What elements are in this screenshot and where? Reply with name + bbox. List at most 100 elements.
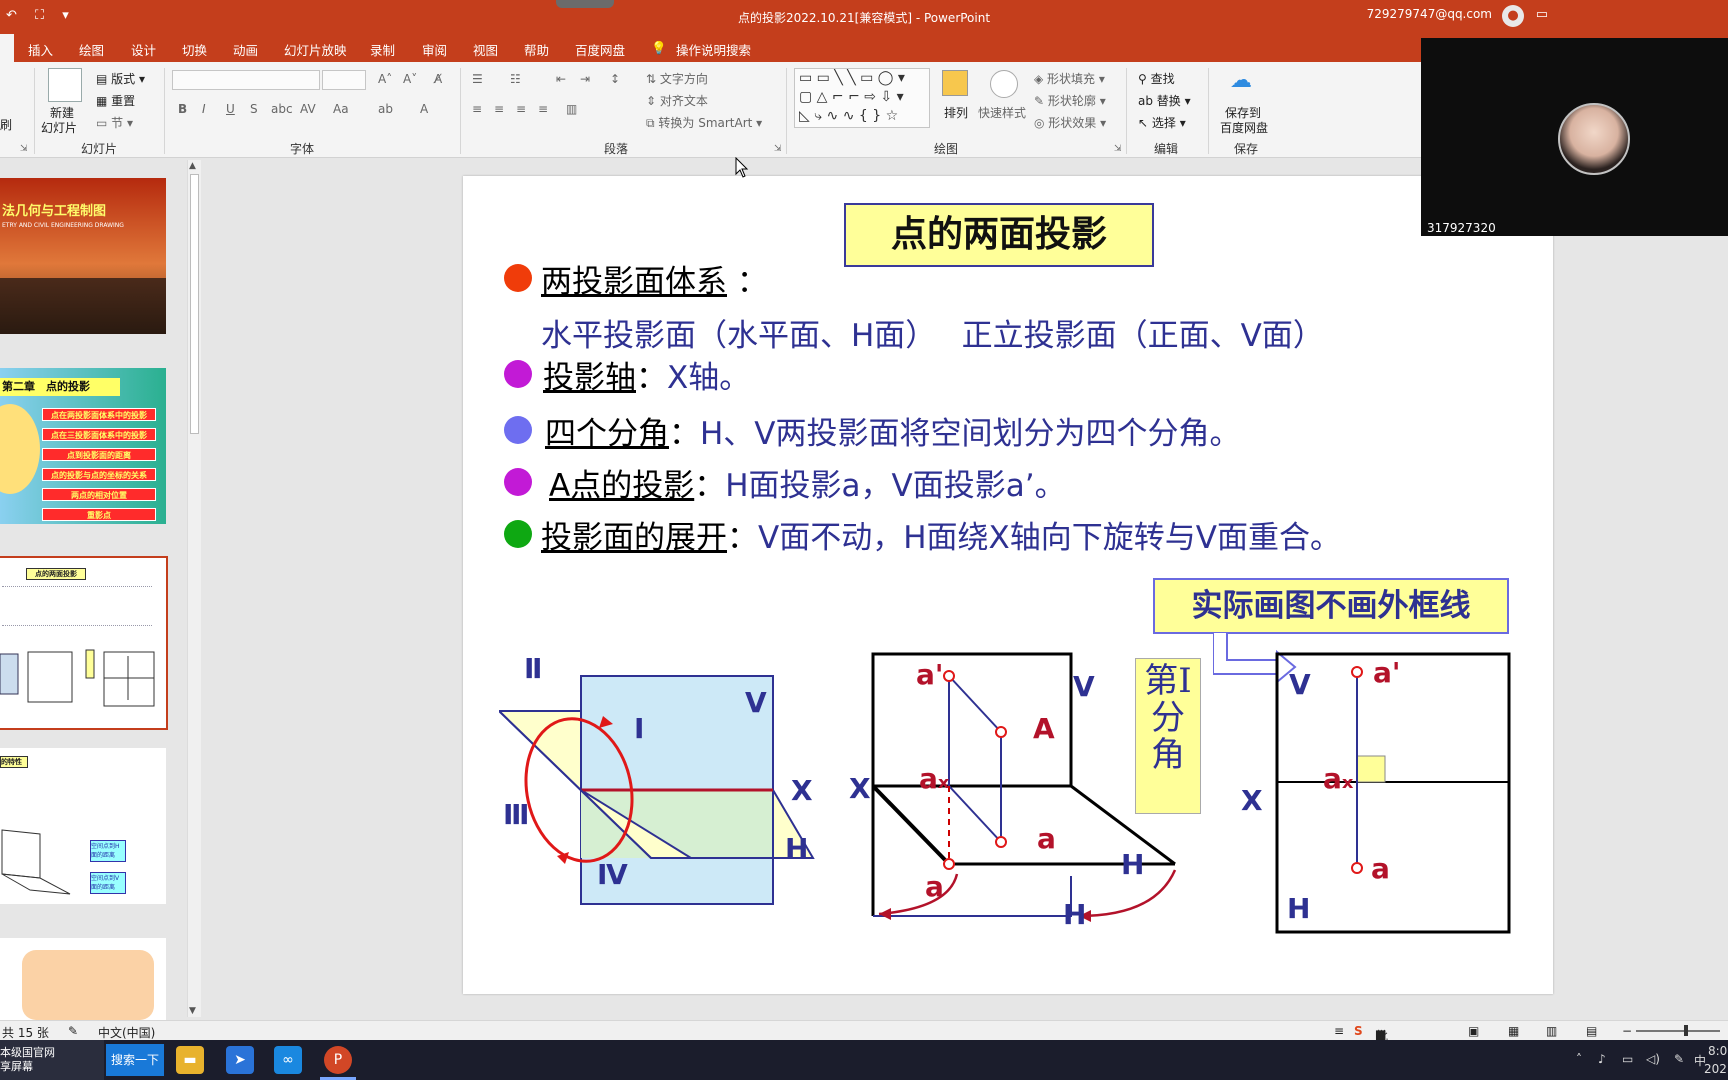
tab-record[interactable]: 录制 [370, 40, 395, 59]
window-grip[interactable] [556, 0, 614, 8]
clock-time[interactable]: 8:0 [1708, 1044, 1727, 1058]
slide-thumbnail-2[interactable]: 第二章 点的投影 点在两投影面体系中的投影 点在三投影面体系中的投影 点到投影面的距… [0, 368, 166, 524]
section-button[interactable]: ▭ 节 ▾ [96, 114, 133, 131]
scroll-up-icon[interactable]: ▲ [189, 161, 196, 171]
powerpoint-taskbar-icon[interactable]: P [324, 1046, 352, 1074]
find-button[interactable]: ⚲ 查找 [1138, 70, 1175, 87]
columns-icon[interactable]: ▥ [566, 102, 577, 116]
tab-transitions[interactable]: 切换 [182, 40, 207, 59]
align-right-icon[interactable]: ≡ [516, 102, 526, 116]
slide-thumbnail-3-selected[interactable]: 点的两面投影 [0, 556, 168, 730]
notes-icon[interactable]: ≡ [1334, 1024, 1344, 1038]
grow-font-icon[interactable]: A˄ [378, 72, 392, 86]
microphone-icon[interactable]: ♪ [1598, 1052, 1606, 1066]
tab-slideshow[interactable]: 幻灯片放映 [284, 40, 347, 59]
search-button[interactable]: 搜索一下 [106, 1044, 164, 1076]
font-name-combo[interactable] [172, 70, 320, 90]
slide-sorter-icon[interactable]: ▦ [1508, 1024, 1519, 1038]
pen-tray-icon[interactable]: ✎ [1674, 1052, 1684, 1066]
tell-me-search[interactable]: 操作说明搜索 [676, 40, 751, 59]
file-explorer-icon[interactable]: ▬ [176, 1046, 204, 1074]
tab-design[interactable]: 设计 [131, 40, 156, 59]
slide-thumbnail-5[interactable] [0, 938, 166, 1020]
drawing-dialog-launcher-icon[interactable]: ⇲ [1114, 144, 1122, 154]
paragraph-dialog-launcher-icon[interactable]: ⇲ [774, 144, 782, 154]
change-case-icon[interactable]: Aa [333, 102, 349, 116]
layout-button[interactable]: ▤ 版式 ▾ [96, 70, 145, 87]
reset-button[interactable]: ▦ 重置 [96, 92, 135, 109]
font-color-icon[interactable]: A [420, 102, 428, 116]
network-icon[interactable]: ▭ [1622, 1052, 1633, 1066]
shape-effects-button[interactable]: ◎ 形状效果 ▾ [1034, 114, 1106, 131]
tab-home-partial[interactable] [0, 34, 14, 62]
tab-animations[interactable]: 动画 [233, 40, 258, 59]
tab-review[interactable]: 审阅 [422, 40, 447, 59]
slide-thumbnail-1[interactable]: 法几何与工程制图 ETRY AND CIVIL ENGINEERING DRAW… [0, 178, 166, 334]
video-call-overlay[interactable]: 317927320 [1421, 38, 1728, 236]
baidu-cloud-icon[interactable]: ☁ [1230, 68, 1252, 93]
select-button[interactable]: ↖ 选择 ▾ [1138, 114, 1186, 131]
thumbnail-scrollbar[interactable]: ▲ ▼ [187, 160, 201, 1017]
bold-icon[interactable]: B [178, 102, 187, 116]
tab-insert[interactable]: 插入 [28, 40, 53, 59]
dialog-launcher-icon[interactable]: ⇲ [20, 144, 28, 154]
scroll-down-icon[interactable]: ▼ [189, 1006, 196, 1016]
font-size-combo[interactable] [322, 70, 366, 90]
tab-baidu-netdisk[interactable]: 百度网盘 [575, 40, 625, 59]
zoom-slider[interactable] [1636, 1030, 1720, 1032]
new-slide-button-line2[interactable]: 幻灯片 [41, 119, 77, 136]
spellcheck-icon[interactable]: ✎ [68, 1024, 78, 1038]
ribbon-display-icon[interactable]: ▭ [1536, 7, 1548, 22]
language-indicator[interactable]: 中文(中国) [98, 1024, 155, 1041]
italic-icon[interactable]: I [202, 102, 206, 116]
tencent-meeting-icon[interactable]: ∞ [274, 1046, 302, 1074]
feishu-app-icon[interactable]: ➤ [226, 1046, 254, 1074]
replace-button[interactable]: ab 替换 ▾ [1138, 92, 1191, 109]
slide-thumbnail-4[interactable]: 的特性 空间点到H面的距离 空间点到V面的距离 [0, 748, 166, 904]
reading-view-icon[interactable]: ▥ [1546, 1024, 1557, 1038]
tab-help[interactable]: 帮助 [524, 40, 549, 59]
decrease-indent-icon[interactable]: ⇤ [556, 72, 566, 86]
underline-icon[interactable]: U [226, 102, 235, 116]
tab-draw[interactable]: 绘图 [79, 40, 104, 59]
arrange-icon[interactable] [942, 70, 968, 96]
increase-indent-icon[interactable]: ⇥ [580, 72, 590, 86]
shadow-icon[interactable]: S [250, 102, 258, 116]
shape-outline-button[interactable]: ✎ 形状轮廓 ▾ [1034, 92, 1106, 109]
user-email[interactable]: 729279747@qq.com [1367, 7, 1492, 21]
tab-view[interactable]: 视图 [473, 40, 498, 59]
slide-canvas[interactable]: 点的两面投影 两投影面体系 ： 水平投影面（水平面、H面） 正立投影面（正面、V… [463, 176, 1553, 994]
text-direction-button[interactable]: ⇅ 文字方向 [646, 70, 708, 87]
convert-smartart-button[interactable]: ⧉ 转换为 SmartArt ▾ [646, 114, 762, 131]
zoom-slider-thumb[interactable] [1684, 1025, 1688, 1036]
new-slide-icon[interactable] [48, 68, 82, 102]
shrink-font-icon[interactable]: A˅ [403, 72, 417, 86]
arrange-button[interactable]: 排列 [944, 104, 968, 121]
shape-fill-button[interactable]: ◈ 形状填充 ▾ [1034, 70, 1105, 87]
justify-icon[interactable]: ≡ [538, 102, 548, 116]
align-center-icon[interactable]: ≡ [494, 102, 504, 116]
slideshow-view-icon[interactable]: ▤ [1586, 1024, 1597, 1038]
line-spacing-icon[interactable]: ↕ [610, 72, 620, 86]
normal-view-icon[interactable]: ▣ [1468, 1024, 1479, 1038]
tray-expand-icon[interactable]: ˄ [1576, 1052, 1582, 1066]
numbering-icon[interactable]: ☷ [510, 72, 521, 86]
quick-styles-icon[interactable] [990, 70, 1018, 98]
clear-format-icon[interactable]: A̸ [434, 72, 442, 86]
strikethrough-icon[interactable]: abc [271, 102, 293, 116]
user-avatar-icon[interactable]: ● [1502, 5, 1524, 27]
sogou-ime-icon[interactable]: S [1354, 1024, 1363, 1038]
quick-styles-button[interactable]: 快速样式 [978, 104, 1026, 121]
shapes-gallery[interactable]: ▭ ▭ ╲ ╲ ▭ ◯ ▾ ▢ △ ⌐ ⌐ ⇨ ⇩ ▾ ◺ ⤷ ∿ ∿ { } ☆ [794, 68, 930, 128]
bullets-icon[interactable]: ☰ [472, 72, 483, 86]
highlight-icon[interactable]: ab [378, 102, 393, 116]
baidu-netdisk-button[interactable]: 百度网盘 [1220, 119, 1268, 136]
format-painter-stub[interactable]: 刷 [0, 116, 12, 133]
align-text-button[interactable]: ⇕ 对齐文本 [646, 92, 708, 109]
taskbar-search-box[interactable]: 本级国官网 享屏幕 [0, 1040, 104, 1080]
volume-icon[interactable]: ◁) [1646, 1052, 1660, 1066]
scrollbar-thumb[interactable] [190, 174, 199, 434]
zoom-out-icon[interactable]: − [1622, 1024, 1632, 1038]
clock-date[interactable]: 202 [1704, 1062, 1727, 1076]
align-left-icon[interactable]: ≡ [472, 102, 482, 116]
